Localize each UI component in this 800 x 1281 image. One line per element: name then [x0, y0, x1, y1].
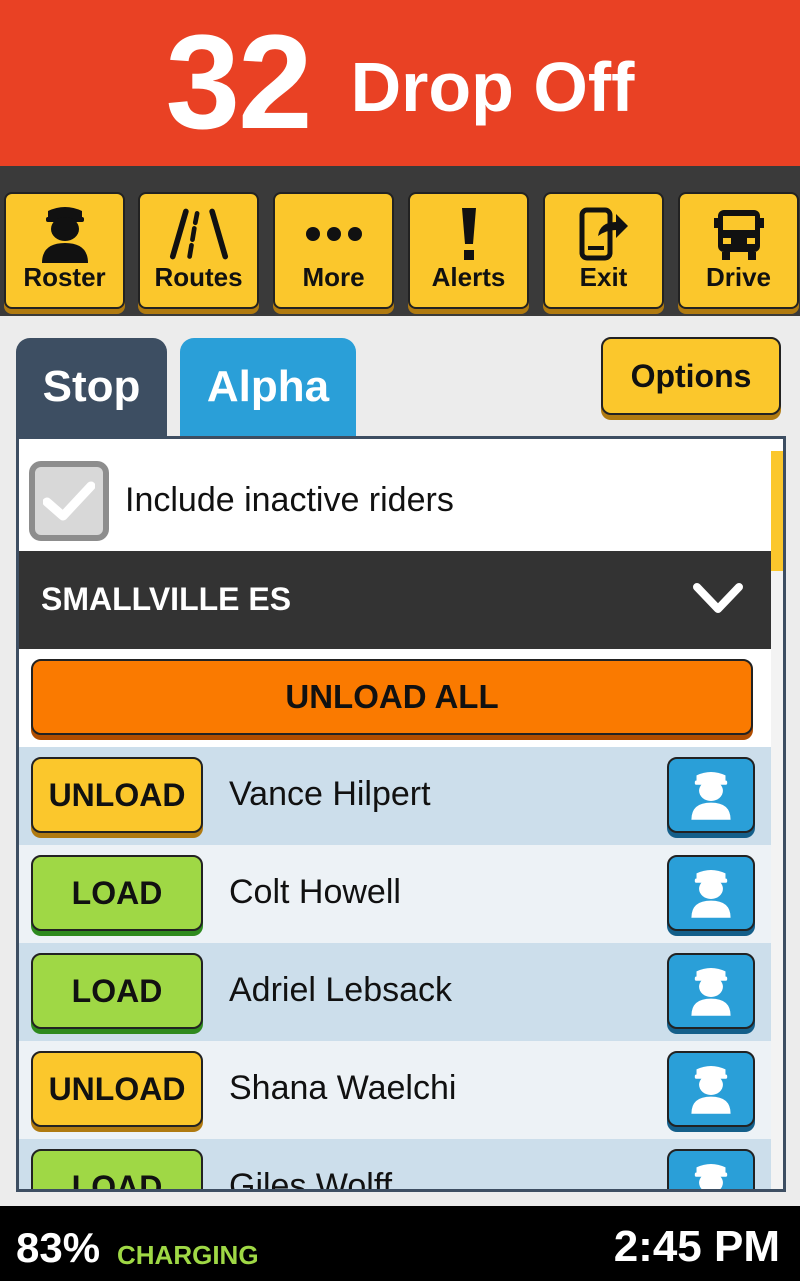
rider-profile-button[interactable] — [667, 1149, 755, 1189]
rider-profile-button[interactable] — [667, 757, 755, 833]
stop-type: Drop Off — [350, 48, 635, 126]
alerts-button[interactable]: Alerts — [408, 192, 529, 309]
drive-label: Drive — [705, 262, 772, 292]
rider-profile-button[interactable] — [667, 953, 755, 1029]
road-icon — [169, 204, 229, 264]
person-icon — [691, 1066, 731, 1114]
content-area: Stop Alpha Options Include inactive ride… — [0, 316, 800, 1206]
exclamation-icon — [439, 204, 499, 264]
include-inactive-checkbox[interactable] — [29, 461, 109, 541]
rider-name: Giles Wolff — [229, 1167, 393, 1192]
include-inactive-row[interactable]: Include inactive riders — [19, 451, 771, 551]
exit-label: Exit — [579, 262, 628, 292]
roster-label: Roster — [23, 262, 106, 292]
bus-icon — [709, 204, 769, 264]
checkmark-icon — [43, 481, 95, 521]
include-inactive-label: Include inactive riders — [125, 481, 454, 519]
routes-button[interactable]: Routes — [138, 192, 259, 309]
rider-row: UNLOAD Vance Hilpert — [19, 747, 771, 845]
stop-header: 32 Drop Off — [0, 0, 800, 166]
exit-button[interactable]: Exit — [543, 192, 664, 309]
person-icon — [691, 968, 731, 1016]
person-icon — [691, 870, 731, 918]
more-dots-icon — [304, 204, 364, 264]
routes-label: Routes — [154, 262, 243, 292]
options-button[interactable]: Options — [601, 337, 781, 415]
person-icon — [691, 772, 731, 820]
rider-unload-button[interactable]: UNLOAD — [31, 757, 203, 833]
more-label: More — [302, 262, 365, 292]
school-name: SMALLVILLE ES — [41, 581, 292, 617]
rider-name: Shana Waelchi — [229, 1069, 457, 1107]
rider-row: LOAD Giles Wolff — [19, 1139, 771, 1192]
rider-name: Colt Howell — [229, 873, 401, 911]
rider-list-panel: Include inactive riders SMALLVILLE ES UN… — [16, 436, 786, 1192]
rider-name: Adriel Lebsack — [229, 971, 453, 1009]
battery-level: 83% — [16, 1224, 101, 1271]
clock: 2:45 PM — [613, 1222, 780, 1271]
more-button[interactable]: More — [273, 192, 394, 309]
stop-number: 32 — [165, 8, 313, 157]
status-bar: 83% CHARGING 2:45 PM — [0, 1206, 800, 1281]
school-group-header[interactable]: SMALLVILLE ES — [19, 551, 771, 649]
person-icon — [694, 1164, 728, 1189]
chevron-down-icon — [693, 583, 743, 613]
charging-status: CHARGING — [117, 1240, 259, 1270]
rider-unload-button[interactable]: UNLOAD — [31, 1051, 203, 1127]
rider-row: LOAD Adriel Lebsack — [19, 943, 771, 1041]
phone-exit-icon — [574, 204, 634, 264]
rider-load-button[interactable]: LOAD — [31, 953, 203, 1029]
rider-row: UNLOAD Shana Waelchi — [19, 1041, 771, 1139]
unload-all-button[interactable]: UNLOAD ALL — [31, 659, 753, 735]
main-toolbar: Roster Routes More Alerts Exit Drive — [0, 166, 800, 316]
rider-load-button[interactable]: LOAD — [31, 855, 203, 931]
drive-button[interactable]: Drive — [678, 192, 799, 309]
person-icon — [35, 204, 95, 264]
tab-alpha[interactable]: Alpha — [180, 338, 356, 438]
rider-name: Vance Hilpert — [229, 775, 431, 813]
rider-row: LOAD Colt Howell — [19, 845, 771, 943]
rider-profile-button[interactable] — [667, 1051, 755, 1127]
roster-button[interactable]: Roster — [4, 192, 125, 309]
scrollbar-thumb[interactable] — [771, 451, 783, 571]
rider-profile-button[interactable] — [667, 855, 755, 931]
alerts-label: Alerts — [431, 262, 506, 292]
rider-load-button[interactable]: LOAD — [31, 1149, 203, 1189]
tab-stop[interactable]: Stop — [16, 338, 167, 438]
